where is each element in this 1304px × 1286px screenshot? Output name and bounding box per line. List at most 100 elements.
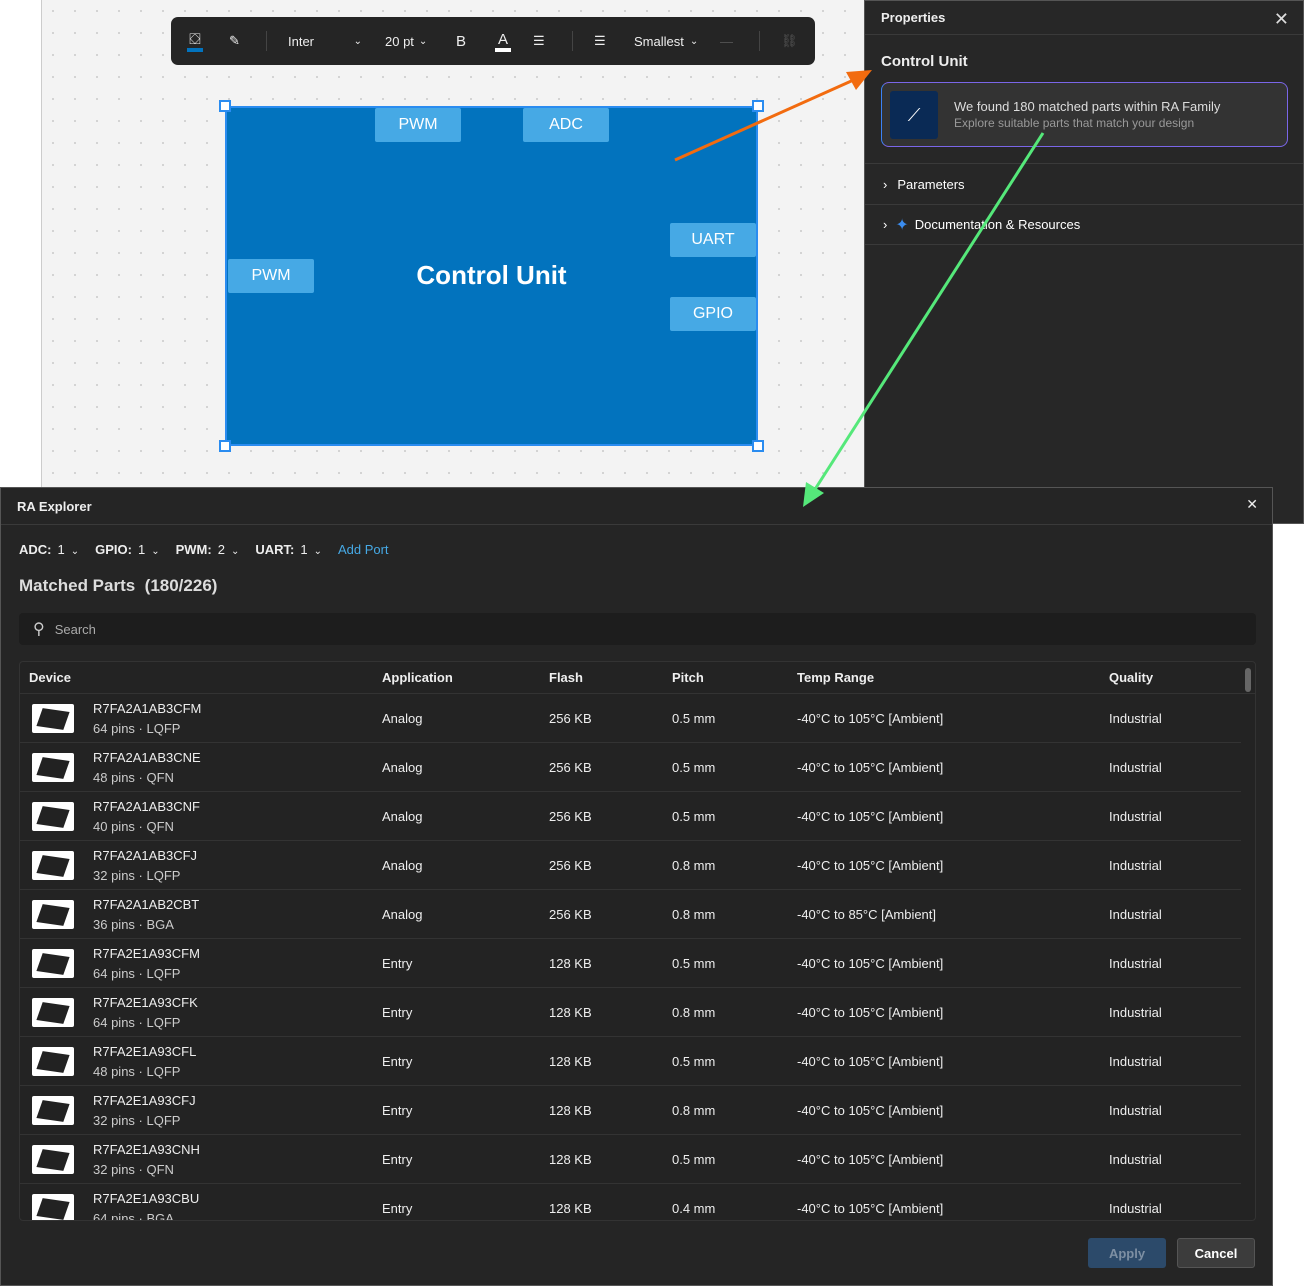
control-unit-block[interactable]: PWM ADC PWM UART GPIO Control Unit: [225, 106, 758, 446]
table-row[interactable]: R7FA2A1AB3CNF 40 pins · QFN Analog 256 K…: [20, 792, 1241, 841]
temp-range: -40°C to 105°C [Ambient]: [797, 1054, 944, 1069]
port-gpio[interactable]: GPIO: [670, 297, 756, 331]
temp-range: -40°C to 105°C [Ambient]: [797, 858, 944, 873]
table-row[interactable]: R7FA2E1A93CFK 64 pins · LQFP Entry 128 K…: [20, 988, 1241, 1037]
matched-count: (180/226): [144, 576, 218, 595]
port-filter-adc[interactable]: ADC: 1 ⌄: [19, 542, 79, 557]
application: Analog: [382, 907, 423, 922]
column-header[interactable]: Temp Range: [797, 670, 874, 685]
table-row[interactable]: R7FA2E1A93CNH 32 pins · QFN Entry 128 KB…: [20, 1135, 1241, 1184]
flash: 256 KB: [549, 907, 592, 922]
quality: Industrial: [1109, 907, 1162, 922]
table-row[interactable]: R7FA2E1A93CFJ 32 pins · LQFP Entry 128 K…: [20, 1086, 1241, 1135]
add-port-link[interactable]: Add Port: [338, 542, 389, 557]
chip-thumbnail: [32, 949, 74, 978]
pitch: 0.8 mm: [672, 1005, 716, 1020]
flash: 128 KB: [549, 1201, 592, 1216]
close-icon[interactable]: ✕: [1274, 9, 1289, 30]
application: Analog: [382, 858, 423, 873]
application: Analog: [382, 711, 423, 726]
link-button[interactable]: ⛓: [781, 17, 798, 65]
temp-range: -40°C to 105°C [Ambient]: [797, 809, 944, 824]
table-row[interactable]: R7FA2A1AB3CNE 48 pins · QFN Analog 256 K…: [20, 743, 1241, 792]
filter-label: GPIO:: [95, 542, 132, 557]
device-package: 64 pins · BGA: [93, 1211, 174, 1221]
line-style-button[interactable]: —: [720, 17, 733, 65]
section-parameters[interactable]: › Parameters: [865, 163, 1303, 204]
column-header[interactable]: Device: [29, 670, 71, 685]
chip-thumbnail: [32, 753, 74, 782]
column-header[interactable]: Pitch: [672, 670, 704, 685]
flash: 128 KB: [549, 1152, 592, 1167]
spacing-select[interactable]: Smallest ⌄: [634, 17, 698, 65]
table-row[interactable]: R7FA2E1A93CFL 48 pins · LQFP Entry 128 K…: [20, 1037, 1241, 1086]
align-center-button[interactable]: ☰: [533, 17, 545, 65]
text-color-button[interactable]: A: [495, 17, 511, 65]
port-filter-uart[interactable]: UART: 1 ⌄: [255, 542, 322, 557]
application: Entry: [382, 1201, 413, 1216]
pitch: 0.5 mm: [672, 760, 716, 775]
device-package: 36 pins · BGA: [93, 917, 174, 932]
pitch: 0.5 mm: [672, 1152, 716, 1167]
flash: 128 KB: [549, 1054, 592, 1069]
pitch: 0.5 mm: [672, 711, 716, 726]
device-package: 48 pins · LQFP: [93, 1064, 181, 1079]
chip-thumbnail: [32, 1145, 74, 1174]
chevron-down-icon: ⌄: [230, 546, 240, 557]
section-documentation[interactable]: › ✦ Documentation & Resources: [865, 204, 1303, 245]
matched-parts-heading: Matched Parts (180/226): [19, 576, 218, 595]
fill-color-button[interactable]: ⛋: [187, 17, 203, 65]
device-name: R7FA2E1A93CFJ: [93, 1093, 196, 1108]
device-package: 64 pins · LQFP: [93, 966, 181, 981]
chevron-down-icon: ⌄: [689, 35, 699, 47]
column-header[interactable]: Quality: [1109, 670, 1153, 685]
port-uart[interactable]: UART: [670, 223, 756, 257]
quality: Industrial: [1109, 1005, 1162, 1020]
font-value: Inter: [288, 33, 315, 49]
close-icon[interactable]: ✕: [1246, 496, 1258, 513]
magic-wand-icon: ⟋: [890, 91, 938, 139]
application: Analog: [382, 809, 423, 824]
resize-handle[interactable]: [752, 440, 764, 452]
line-spacing-button[interactable]: ☰: [594, 17, 606, 65]
column-header[interactable]: Flash: [549, 670, 583, 685]
sparkle-icon: ✦: [895, 216, 909, 234]
temp-range: -40°C to 105°C [Ambient]: [797, 760, 944, 775]
flash: 128 KB: [549, 956, 592, 971]
device-name: R7FA2E1A93CFL: [93, 1044, 197, 1059]
font-select[interactable]: Inter ⌄: [288, 17, 362, 65]
resize-handle[interactable]: [219, 100, 231, 112]
table-row[interactable]: R7FA2A1AB3CFJ 32 pins · LQFP Analog 256 …: [20, 841, 1241, 890]
device-name: R7FA2E1A93CBU: [93, 1191, 200, 1206]
search-input[interactable]: ⚲ Search: [19, 613, 1256, 645]
filter-value: 1: [137, 542, 146, 557]
font-size-select[interactable]: 20 pt ⌄: [385, 17, 427, 65]
temp-range: -40°C to 105°C [Ambient]: [797, 1152, 944, 1167]
table-row[interactable]: R7FA2A1AB3CFM 64 pins · LQFP Analog 256 …: [20, 694, 1241, 743]
resize-handle[interactable]: [219, 440, 231, 452]
quality: Industrial: [1109, 858, 1162, 873]
matched-parts-card[interactable]: ⟋ We found 180 matched parts within RA F…: [881, 82, 1288, 147]
temp-range: -40°C to 105°C [Ambient]: [797, 1201, 944, 1216]
port-adc[interactable]: ADC: [523, 108, 609, 142]
table-row[interactable]: R7FA2E1A93CBU 64 pins · BGA Entry 128 KB…: [20, 1184, 1241, 1221]
flash: 256 KB: [549, 760, 592, 775]
chip-thumbnail: [32, 1194, 74, 1220]
port-filter-gpio[interactable]: GPIO: 1 ⌄: [95, 542, 159, 557]
scrollbar[interactable]: [1245, 668, 1251, 692]
port-pwm-top[interactable]: PWM: [375, 108, 461, 142]
chip-thumbnail: [32, 802, 74, 831]
section-label: Documentation & Resources: [914, 217, 1081, 232]
chevron-down-icon: ⌄: [353, 35, 362, 47]
port-filter-pwm[interactable]: PWM: 2 ⌄: [176, 542, 240, 557]
bold-button[interactable]: B: [456, 17, 466, 65]
stroke-button[interactable]: ✎: [229, 17, 240, 65]
device-package: 64 pins · LQFP: [93, 721, 181, 736]
column-header[interactable]: Application: [382, 670, 453, 685]
apply-button[interactable]: Apply: [1088, 1238, 1166, 1268]
table-row[interactable]: R7FA2A1AB2CBT 36 pins · BGA Analog 256 K…: [20, 890, 1241, 939]
table-row[interactable]: R7FA2E1A93CFM 64 pins · LQFP Entry 128 K…: [20, 939, 1241, 988]
cancel-button[interactable]: Cancel: [1177, 1238, 1255, 1268]
properties-panel: Properties ✕ Control Unit ⟋ We found 180…: [864, 0, 1304, 524]
resize-handle[interactable]: [752, 100, 764, 112]
